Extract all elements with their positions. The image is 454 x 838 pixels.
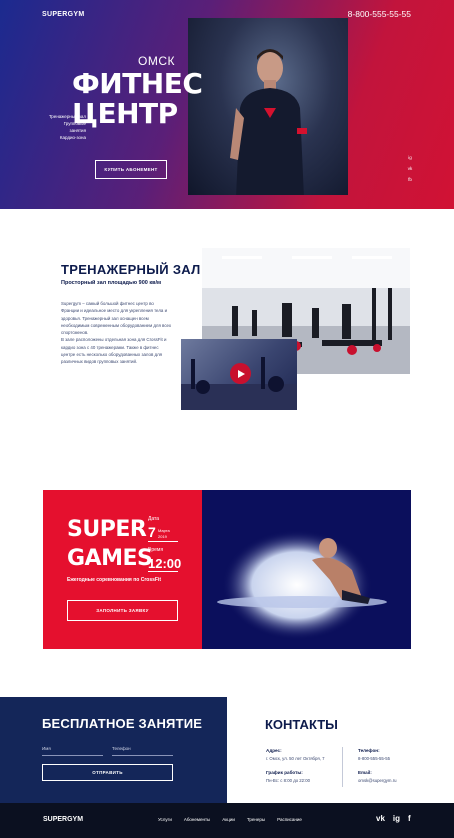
contact-phone-value[interactable]: 8-800-555-55-55 bbox=[358, 756, 390, 761]
name-field[interactable]: Имя bbox=[42, 746, 103, 756]
gym-section-subtitle: Просторный зал площадью 900 кв/м bbox=[61, 280, 162, 286]
submit-application-button[interactable]: ЗАПОЛНИТЬ ЗАЯВКУ bbox=[67, 600, 178, 621]
buy-membership-button[interactable]: КУПИТЬ АБОНЕМЕНТ bbox=[95, 160, 167, 179]
time-divider bbox=[148, 571, 178, 572]
vk-icon[interactable]: vk bbox=[405, 163, 415, 174]
hero-social-links: ig vk fb bbox=[405, 152, 415, 185]
hours-label: График работы: bbox=[266, 770, 303, 775]
contacts-divider bbox=[342, 747, 343, 787]
hero-title-line2: ЦЕНТР bbox=[72, 97, 178, 130]
vk-icon[interactable]: vk bbox=[376, 814, 385, 823]
footer-nav-promotions[interactable]: Акции bbox=[222, 817, 235, 822]
event-date-year: 2019 bbox=[158, 533, 167, 539]
footer-nav-services[interactable]: Услуги bbox=[158, 817, 172, 822]
footer-social-icons: vk ig f bbox=[376, 814, 411, 823]
header-phone[interactable]: 8-800-555-55-55 bbox=[348, 9, 411, 19]
trainer-figure-image bbox=[230, 49, 307, 195]
video-play-button[interactable] bbox=[230, 363, 251, 384]
super-games-title-line1: SUPER bbox=[67, 517, 147, 542]
footer-nav-schedule[interactable]: Расписание bbox=[277, 817, 302, 822]
hero-city: ОМСК bbox=[138, 54, 175, 68]
contacts-section bbox=[227, 697, 454, 803]
event-time-value: 12:00 bbox=[148, 556, 182, 571]
event-time-label: Время bbox=[148, 547, 164, 553]
super-games-title: SUPER GAMES bbox=[67, 515, 153, 573]
facebook-icon[interactable]: f bbox=[408, 814, 411, 823]
hero-trainer-photo bbox=[188, 18, 348, 195]
contact-phone-label: Телефон: bbox=[358, 748, 380, 753]
gym-paragraph: В зале расположены отдельная зона для Cr… bbox=[61, 337, 167, 365]
service-item: Тренажерный зал bbox=[48, 114, 86, 119]
event-date-month: Марта bbox=[158, 528, 170, 533]
super-games-description: Ежегодные соревнования по CrossFit bbox=[67, 577, 161, 583]
hero-services-list: Тренажерный зал Групповые занятия Кардио… bbox=[46, 113, 86, 141]
email-value[interactable]: omsk@supergym.ru bbox=[358, 778, 397, 783]
service-item: Групповые занятия bbox=[63, 121, 86, 133]
event-date-month-year: Марта 2019 bbox=[158, 528, 170, 539]
hero-title: ФИТНЕС ЦЕНТР bbox=[72, 67, 203, 130]
hours-value: Пн-Вс: с 8:00 до 22:00 bbox=[266, 778, 311, 783]
event-date-label: Дата bbox=[148, 516, 160, 522]
send-button[interactable]: ОТПРАВИТЬ bbox=[42, 764, 173, 781]
instagram-icon[interactable]: ig bbox=[393, 814, 400, 823]
super-games-photo bbox=[202, 490, 411, 649]
footer-nav: Услуги Абонементы Акции Тренеры Расписан… bbox=[158, 817, 302, 822]
email-label: Email: bbox=[358, 770, 372, 775]
date-divider bbox=[148, 541, 178, 542]
hero-title-line1: ФИТНЕС bbox=[72, 67, 203, 100]
footer-nav-trainers[interactable]: Тренеры bbox=[247, 817, 265, 822]
contacts-title: КОНТАКТЫ bbox=[265, 717, 338, 732]
address-value: г. Омск, ул. 50 лет Октября, 7 bbox=[266, 756, 325, 761]
footer-nav-memberships[interactable]: Абонементы bbox=[184, 817, 210, 822]
instagram-icon[interactable]: ig bbox=[405, 152, 415, 163]
athlete-powder-image bbox=[217, 530, 387, 640]
footer-logo[interactable]: SUPERGYM bbox=[43, 816, 83, 823]
service-item: Кардио-зона bbox=[59, 135, 86, 140]
phone-field[interactable]: Телефон bbox=[112, 746, 173, 756]
gym-paragraph: Supergym – самый большой фитнес центр во… bbox=[61, 301, 172, 336]
address-label: Адрес: bbox=[266, 748, 282, 753]
free-class-title: БЕСПЛАТНОЕ ЗАНЯТИЕ bbox=[42, 716, 203, 731]
site-logo[interactable]: SUPERGYM bbox=[42, 11, 84, 18]
facebook-icon[interactable]: fb bbox=[405, 174, 415, 185]
gym-video-thumbnail[interactable] bbox=[181, 339, 297, 410]
gym-description: Supergym – самый большой фитнес центр во… bbox=[61, 300, 173, 366]
super-games-title-line2: GAMES bbox=[67, 546, 153, 571]
event-date-day: 7 bbox=[148, 524, 156, 540]
gym-section-title: ТРЕНАЖЕРНЫЙ ЗАЛ bbox=[61, 262, 201, 277]
